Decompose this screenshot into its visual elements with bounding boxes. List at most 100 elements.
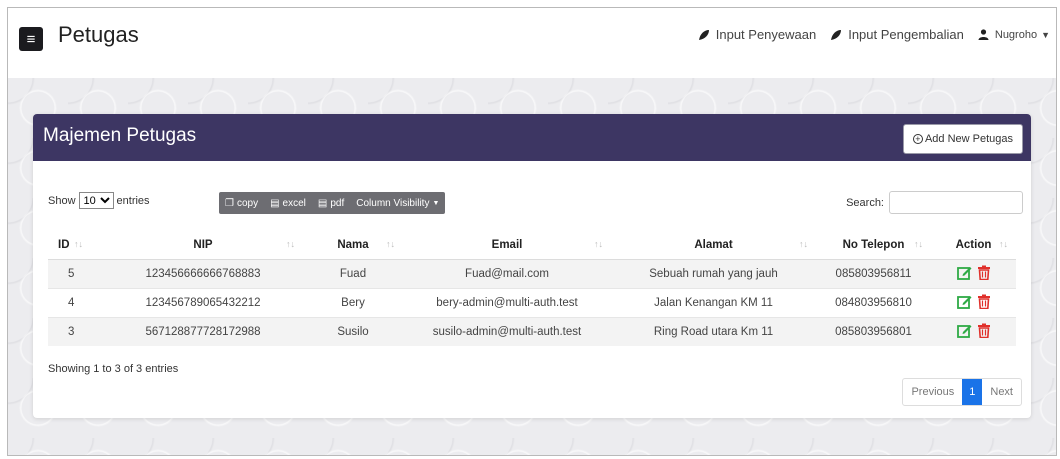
sort-icon: ↑↓	[386, 239, 395, 249]
cell-alamat: Ring Road utara Km 11	[611, 316, 816, 346]
cell-id: 4	[48, 287, 103, 317]
page-title: Petugas	[58, 22, 139, 47]
entries-length: Show 10 entries	[48, 192, 150, 209]
cell-id: 3	[48, 316, 103, 346]
nav-input-pengembalian-label: Input Pengembalian	[848, 27, 964, 42]
file-pdf-icon: ▤	[317, 197, 328, 209]
cell-no-telepon: 085803956811	[816, 258, 931, 288]
sort-icon: ↑↓	[799, 239, 808, 249]
cell-alamat: Jalan Kenangan KM 11	[611, 287, 816, 317]
col-email[interactable]: Email ↑↓	[403, 231, 611, 260]
previous-page-button[interactable]: Previous	[903, 379, 962, 405]
cell-email: Fuad@mail.com	[403, 258, 611, 288]
pdf-label: pdf	[330, 197, 345, 209]
copy-button[interactable]: ❐ copy	[219, 192, 264, 214]
cell-nama: Bery	[303, 287, 403, 317]
col-action[interactable]: Action ↑↓	[931, 231, 1016, 260]
page-1-button[interactable]: 1	[962, 379, 983, 405]
edit-icon[interactable]	[956, 323, 972, 338]
next-page-button[interactable]: Next	[982, 379, 1021, 405]
leaf-icon	[698, 29, 709, 40]
top-navbar: ≡ Petugas Input Penyewaan Input Pengemba…	[8, 8, 1056, 78]
col-nama-label: Nama	[337, 238, 369, 251]
caret-down-icon: ▼	[432, 199, 440, 207]
petugas-card: Majemen Petugas + Add New Petugas Show 1…	[33, 114, 1031, 418]
user-name: Nugroho	[994, 28, 1038, 41]
cell-email: bery-admin@multi-auth.test	[403, 287, 611, 317]
edit-icon[interactable]	[956, 265, 972, 280]
cell-alamat: Sebuah rumah yang jauh	[611, 258, 816, 288]
cell-action	[931, 316, 1016, 346]
cell-no-telepon: 085803956801	[816, 316, 931, 346]
caret-down-icon: ▼	[1041, 29, 1050, 40]
nav-input-penyewaan[interactable]: Input Penyewaan	[698, 27, 816, 42]
cell-nama: Fuad	[303, 258, 403, 288]
entries-label: entries	[116, 194, 150, 207]
show-label: Show	[48, 194, 76, 207]
col-nama[interactable]: Nama ↑↓	[303, 231, 403, 260]
excel-label: excel	[282, 197, 306, 209]
table-row: 4 123456789065432212 Bery bery-admin@multi-…	[48, 287, 1016, 317]
col-action-label: Action	[955, 238, 992, 251]
copy-label: copy	[236, 197, 259, 209]
col-nip-label: NIP	[193, 238, 213, 251]
col-alamat[interactable]: Alamat ↑↓	[611, 231, 816, 260]
user-menu[interactable]: Nugroho ▼	[978, 29, 1050, 41]
table-body: 5 123456666666768883 Fuad Fuad@mail.com Sebu…	[48, 258, 1016, 346]
copy-icon: ❐	[225, 197, 234, 209]
cell-id: 5	[48, 258, 103, 288]
action-buttons	[956, 265, 991, 280]
col-no-telepon-label: No Telepon	[842, 238, 905, 251]
sort-icon: ↑↓	[594, 239, 603, 249]
column-visibility-button[interactable]: Column Visibility ▼	[350, 192, 445, 214]
sort-icon: ↑↓	[999, 239, 1008, 249]
app-window: ≡ Petugas Input Penyewaan Input Pengemba…	[7, 7, 1057, 456]
col-id[interactable]: ID ↑↓	[48, 231, 103, 260]
trash-icon[interactable]	[977, 323, 991, 338]
card-title: Majemen Petugas	[43, 125, 197, 146]
nav-links: Input Penyewaan Input Pengembalian Nugro…	[684, 27, 1050, 42]
cell-nip: 123456666666768883	[103, 258, 303, 288]
cell-email: susilo-admin@multi-auth.test	[403, 316, 611, 346]
sort-icon: ↑↓	[74, 239, 83, 249]
table-controls: Show 10 entries ❐ copy ▤ excel ▤ pdf Col…	[48, 188, 1023, 214]
plus-circle-icon: +	[912, 134, 923, 144]
file-excel-icon: ▤	[270, 197, 280, 209]
leaf-icon	[831, 29, 842, 40]
petugas-table: ID ↑↓ NIP ↑↓ Nama ↑↓ Email ↑↓ Alamat ↑↓ No Te…	[48, 231, 1016, 346]
pagination: Previous 1 Next	[902, 378, 1022, 406]
trash-icon[interactable]	[977, 265, 991, 280]
trash-icon[interactable]	[977, 294, 991, 309]
col-email-label: Email	[491, 238, 523, 251]
hamburger-icon[interactable]: ≡	[19, 27, 43, 51]
search-label: Search:	[846, 196, 884, 209]
column-visibility-label: Column Visibility	[356, 197, 430, 209]
col-nip[interactable]: NIP ↑↓	[103, 231, 303, 260]
col-no-telepon[interactable]: No Telepon ↑↓	[816, 231, 931, 260]
pdf-button[interactable]: ▤ pdf	[312, 192, 350, 214]
action-buttons	[956, 323, 991, 338]
table-row: 5 123456666666768883 Fuad Fuad@mail.com Sebu…	[48, 258, 1016, 288]
add-new-petugas-label: Add New Petugas	[924, 133, 1013, 145]
table-row: 3 567128877728172988 Susilo susilo-admin@mu…	[48, 316, 1016, 346]
nav-input-penyewaan-label: Input Penyewaan	[715, 27, 817, 42]
cell-no-telepon: 084803956810	[816, 287, 931, 317]
cell-nip: 567128877728172988	[103, 316, 303, 346]
excel-button[interactable]: ▤ excel	[264, 192, 312, 214]
sort-icon: ↑↓	[914, 239, 923, 249]
col-alamat-label: Alamat	[694, 238, 733, 251]
nav-input-pengembalian[interactable]: Input Pengembalian	[830, 27, 964, 42]
cell-action	[931, 258, 1016, 288]
user-icon	[978, 29, 989, 40]
cell-nip: 123456789065432212	[103, 287, 303, 317]
card-header: Majemen Petugas + Add New Petugas	[33, 114, 1031, 161]
cell-nama: Susilo	[303, 316, 403, 346]
entries-select[interactable]: 10	[78, 192, 114, 209]
action-buttons	[956, 294, 991, 309]
add-new-petugas-button[interactable]: + Add New Petugas	[902, 124, 1023, 154]
edit-icon[interactable]	[956, 294, 972, 309]
export-button-group: ❐ copy ▤ excel ▤ pdf Column Visibility ▼	[219, 192, 446, 214]
col-id-label: ID	[58, 238, 70, 251]
search-input[interactable]	[889, 191, 1023, 214]
sort-icon: ↑↓	[286, 239, 295, 249]
